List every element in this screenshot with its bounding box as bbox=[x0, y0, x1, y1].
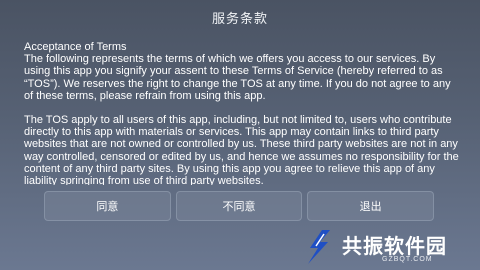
terms-heading: Acceptance of Terms bbox=[24, 41, 127, 53]
watermark-url: GZBQT.COM bbox=[382, 256, 433, 263]
disagree-button[interactable]: 不同意 bbox=[175, 191, 303, 221]
terms-paragraph-2: The TOS apply to all users of this app, … bbox=[24, 114, 459, 185]
dialog-title: 服务条款 bbox=[211, 12, 268, 27]
watermark: 共振软件园 GZBQT.COM bbox=[296, 226, 480, 270]
agree-button[interactable]: 同意 bbox=[44, 191, 171, 221]
gongzhen-logo-icon bbox=[308, 230, 330, 264]
terms-scroll-area[interactable]: Acceptance of Terms The following repres… bbox=[24, 41, 460, 185]
exit-button[interactable]: 退出 bbox=[307, 191, 435, 221]
watermark-text: 共振软件园 bbox=[342, 234, 447, 258]
terms-paragraph-1: The following represents the terms of wh… bbox=[24, 53, 451, 102]
button-row: 同意 不同意 退出 bbox=[44, 191, 435, 221]
